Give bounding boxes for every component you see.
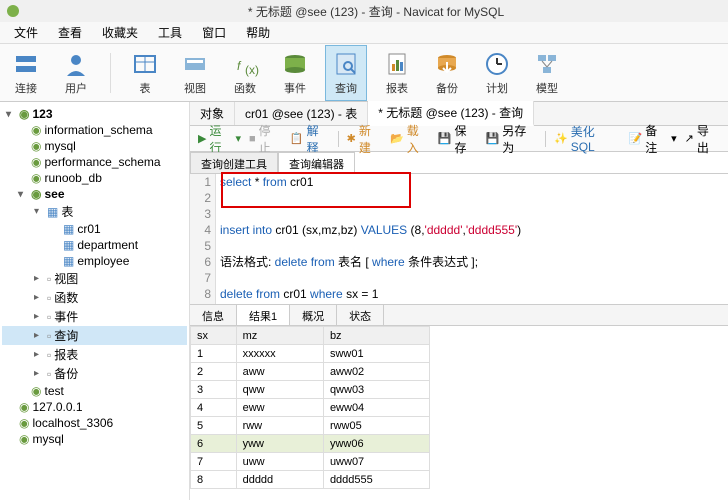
run-button[interactable]: ▶ 运行 ▾ — [198, 122, 241, 156]
tool-事件[interactable]: 事件 — [275, 46, 315, 100]
tree-information_schema[interactable]: ◉information_schema — [2, 122, 187, 138]
explain-button[interactable]: 📋 解释 — [290, 122, 330, 156]
用户-icon — [62, 50, 90, 78]
restab-状态[interactable]: 状态 — [337, 305, 384, 325]
tree-事件[interactable]: ▸▫事件 — [2, 307, 187, 326]
new-button[interactable]: ✱ 新建 — [347, 122, 382, 156]
menu-帮助[interactable]: 帮助 — [238, 22, 278, 43]
restab-结果1[interactable]: 结果1 — [237, 305, 290, 325]
tree-see[interactable]: ▾◉see — [2, 186, 187, 202]
editor-subtabs: 查询创建工具 查询编辑器 — [190, 152, 728, 174]
tool-函数[interactable]: f(x)函数 — [225, 46, 265, 100]
table-row[interactable]: 7uwwuww07 — [191, 453, 430, 471]
tree-函数[interactable]: ▸▫函数 — [2, 288, 187, 307]
beautify-button[interactable]: ✨ 美化 SQL — [554, 123, 620, 154]
tree-runoob_db[interactable]: ◉runoob_db — [2, 170, 187, 186]
tree-127.0.0.1[interactable]: ◉127.0.0.1 — [2, 399, 187, 415]
tool-视图[interactable]: 视图 — [175, 46, 215, 100]
tool-备份[interactable]: 备份 — [427, 46, 467, 100]
查询-icon — [332, 50, 360, 78]
计划-icon — [483, 50, 511, 78]
视图-icon — [181, 50, 209, 78]
restab-信息[interactable]: 信息 — [190, 305, 237, 325]
备份-icon — [433, 50, 461, 78]
connection-tree[interactable]: ▾◉123◉information_schema◉mysql◉performan… — [0, 102, 190, 500]
col-bz[interactable]: bz — [323, 327, 429, 345]
col-mz[interactable]: mz — [236, 327, 323, 345]
menu-工具[interactable]: 工具 — [150, 22, 190, 43]
title-bar: * 无标题 @see (123) - 查询 - Navicat for MySQ… — [0, 0, 728, 22]
menu-查看[interactable]: 查看 — [50, 22, 90, 43]
tree-cr01[interactable]: ▦cr01 — [2, 221, 187, 237]
table-row[interactable]: 8ddddddddd555 — [191, 471, 430, 489]
报表-icon — [383, 50, 411, 78]
tree-department[interactable]: ▦department — [2, 237, 187, 253]
tree-mysql[interactable]: ◉mysql — [2, 138, 187, 154]
restab-概况[interactable]: 概况 — [290, 305, 337, 325]
col-sx[interactable]: sx — [191, 327, 237, 345]
连接-icon — [12, 50, 40, 78]
tool-用户[interactable]: 用户 — [56, 46, 96, 100]
window-title: * 无标题 @see (123) - 查询 - Navicat for MySQ… — [24, 3, 728, 20]
tool-表[interactable]: 表 — [125, 46, 165, 100]
menu-bar: 文件查看收藏夹工具窗口帮助 — [0, 22, 728, 44]
main-toolbar: 连接用户表视图f(x)函数事件查询报表备份计划模型 — [0, 44, 728, 102]
result-tabs: 信息结果1概况状态 — [190, 304, 728, 326]
tool-连接[interactable]: 连接 — [6, 46, 46, 100]
result-grid[interactable]: sxmzbz1xxxxxxsww012awwaww023qwwqww034eww… — [190, 326, 728, 500]
tree-employee[interactable]: ▦employee — [2, 253, 187, 269]
tool-报表[interactable]: 报表 — [377, 46, 417, 100]
saveas-button[interactable]: 💾 另存为 — [486, 122, 537, 156]
table-row[interactable]: 2awwaww02 — [191, 363, 430, 381]
tree-123[interactable]: ▾◉123 — [2, 106, 187, 122]
tool-查询[interactable]: 查询 — [325, 45, 367, 101]
模型-icon — [533, 50, 561, 78]
menu-文件[interactable]: 文件 — [6, 22, 46, 43]
tree-查询[interactable]: ▸▫查询 — [2, 326, 187, 345]
menu-窗口[interactable]: 窗口 — [194, 22, 234, 43]
export-button[interactable]: ↗ 导出 — [685, 122, 720, 156]
table-row[interactable]: 6ywwyww06 — [191, 435, 430, 453]
表-icon — [131, 50, 159, 78]
app-icon — [6, 4, 20, 18]
note-button[interactable]: 📝 备注 ▾ — [629, 122, 677, 156]
svg-text:(x): (x) — [245, 63, 259, 77]
函数-icon: f(x) — [231, 50, 259, 78]
tool-模型[interactable]: 模型 — [527, 46, 567, 100]
tree-localhost_3306[interactable]: ◉localhost_3306 — [2, 415, 187, 431]
tree-表[interactable]: ▾▦表 — [2, 202, 187, 221]
table-row[interactable]: 5rwwrww05 — [191, 417, 430, 435]
save-button[interactable]: 💾 保存 — [438, 122, 478, 156]
tool-计划[interactable]: 计划 — [477, 46, 517, 100]
tree-test[interactable]: ◉test — [2, 383, 187, 399]
stop-button[interactable]: ■ 停止 — [249, 122, 282, 156]
table-row[interactable]: 4ewweww04 — [191, 399, 430, 417]
tree-视图[interactable]: ▸▫视图 — [2, 269, 187, 288]
tree-mysql[interactable]: ◉mysql — [2, 431, 187, 447]
editor-tab[interactable]: 查询编辑器 — [278, 152, 355, 173]
table-row[interactable]: 1xxxxxxsww01 — [191, 345, 430, 363]
sql-editor[interactable]: 12345678 select * from cr01 insert into … — [190, 174, 728, 304]
事件-icon — [281, 50, 309, 78]
tree-报表[interactable]: ▸▫报表 — [2, 345, 187, 364]
query-toolbar: ▶ 运行 ▾ ■ 停止 📋 解释 ✱ 新建 📂 载入 💾 保存 💾 另存为 ✨ … — [190, 126, 728, 152]
load-button[interactable]: 📂 载入 — [390, 122, 430, 156]
tree-performance_schema[interactable]: ◉performance_schema — [2, 154, 187, 170]
svg-text:f: f — [237, 59, 242, 73]
builder-tab[interactable]: 查询创建工具 — [190, 152, 278, 173]
table-row[interactable]: 3qwwqww03 — [191, 381, 430, 399]
menu-收藏夹[interactable]: 收藏夹 — [94, 22, 146, 43]
tree-备份[interactable]: ▸▫备份 — [2, 364, 187, 383]
